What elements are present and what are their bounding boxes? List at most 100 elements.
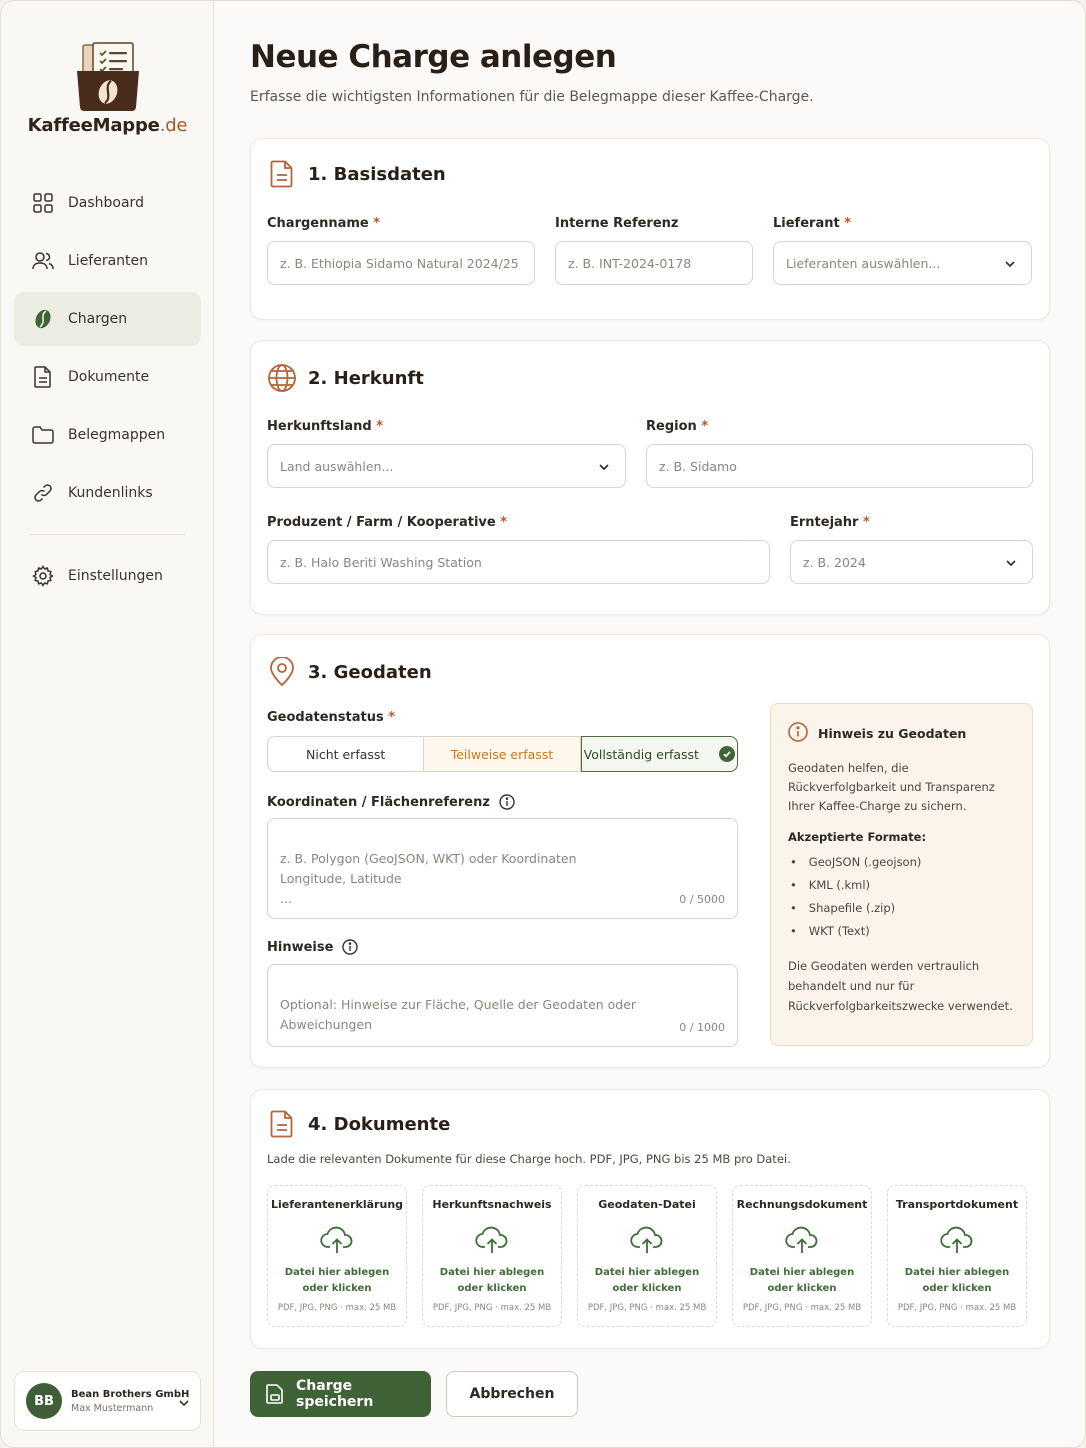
user-name: Max Mustermann — [71, 1402, 154, 1414]
save-button[interactable]: Charge speichern — [250, 1371, 431, 1417]
section-title: 1. Basisdaten — [308, 163, 446, 185]
section-header: 2. Herkunft — [267, 363, 424, 393]
chevron-down-icon — [1004, 556, 1018, 573]
nav-divider — [30, 534, 185, 535]
dropzone-title: Herkunftsnachweis — [432, 1198, 552, 1211]
dropzone-herkunftsnachweis[interactable]: Herkunftsnachweis Datei hier ablegen oder… — [422, 1185, 562, 1327]
document-icon — [267, 159, 297, 189]
geodatenstatus-label: Geodatenstatus * — [267, 710, 396, 725]
chargenname-input[interactable]: z. B. Ethiopia Sidamo Natural 2024/25 — [267, 241, 535, 285]
section-header: 3. Geodaten — [267, 657, 432, 687]
dropzone-geodaten-datei[interactable]: Geodaten-Datei Datei hier ablegen oder kl… — [577, 1185, 717, 1327]
user-info: Bean Brothers GmbH Max Mustermann — [71, 1389, 189, 1414]
referenz-input[interactable]: z. B. INT-2024-0178 — [555, 241, 753, 285]
document-icon — [267, 1109, 297, 1139]
section-title: 4. Dokumente — [308, 1113, 451, 1135]
region-label: Region * — [646, 419, 709, 434]
koordinaten-placeholder: z. B. Polygon (GeoJSON, WKT) oder Koordi… — [280, 851, 577, 906]
sidebar-item-label: Belegmappen — [68, 427, 166, 443]
save-file-icon — [266, 1384, 284, 1404]
map-pin-icon — [267, 657, 297, 687]
dropzone-meta: PDF, JPG, PNG · max. 25 MB — [742, 1303, 862, 1313]
dropzone-title: Rechnungsdokument — [736, 1198, 868, 1211]
cloud-upload-icon — [940, 1225, 974, 1255]
sidebar-item-kundenlinks[interactable]: Kundenlinks — [14, 466, 201, 520]
produzent-label: Produzent / Farm / Kooperative * — [267, 515, 508, 530]
chevron-down-icon — [1003, 257, 1017, 274]
info-icon[interactable] — [342, 939, 359, 955]
erntejahr-select[interactable]: z. B. 2024 — [790, 540, 1033, 584]
list-item: GeoJSON (.geojson) — [788, 850, 1015, 873]
lieferant-select[interactable]: Lieferanten auswählen... — [773, 241, 1032, 285]
chevron-down-icon — [597, 460, 611, 477]
page-subtitle: Erfasse die wichtigsten Informationen fü… — [250, 89, 814, 105]
koordinaten-label: Koordinaten / Flächenreferenz — [267, 794, 515, 810]
section-herkunft: 2. Herkunft Herkunftsland * Land auswähl… — [250, 340, 1050, 615]
koordinaten-textarea[interactable]: z. B. Polygon (GeoJSON, WKT) oder Koordi… — [267, 818, 738, 919]
status-option-label: Vollständig erfasst — [583, 746, 699, 762]
hint-text: Geodaten helfen, die Rückverfolgbarkeit … — [788, 761, 995, 813]
section-geodaten: 3. Geodaten Geodatenstatus * Nicht erfas… — [250, 634, 1050, 1068]
section-title: 3. Geodaten — [308, 661, 432, 683]
sidebar-item-label: Einstellungen — [68, 568, 163, 584]
lieferant-select-value: Lieferanten auswählen... — [786, 255, 941, 271]
hinweise-textarea[interactable]: Optional: Hinweise zur Fläche, Quelle de… — [267, 964, 738, 1047]
section-basisdaten: 1. Basisdaten Chargenname * z. B. Ethiop… — [250, 138, 1050, 320]
section-title: 2. Herkunft — [308, 367, 424, 389]
section-dokumente: 4. Dokumente Lade die relevanten Dokumen… — [250, 1089, 1050, 1349]
dokumente-description: Lade die relevanten Dokumente für diese … — [267, 1152, 791, 1166]
status-option-vollstaendig-erfasst[interactable]: Vollständig erfasst — [580, 736, 738, 772]
sidebar-item-chargen[interactable]: Chargen — [14, 292, 201, 346]
sidebar-item-label: Dokumente — [68, 369, 150, 385]
sidebar-item-einstellungen[interactable]: Einstellungen — [14, 549, 201, 603]
geodaten-hint-panel: Hinweis zu Geodaten Geodaten helfen, die… — [770, 703, 1033, 1046]
sidebar-item-dokumente[interactable]: Dokumente — [14, 350, 201, 404]
status-option-teilweise-erfasst[interactable]: Teilweise erfasst — [424, 737, 581, 771]
cancel-button[interactable]: Abbrechen — [446, 1371, 578, 1417]
document-icon — [32, 366, 54, 388]
sidebar-nav: Dashboard Lieferanten Chargen Dokumente — [14, 176, 201, 607]
folder-icon — [32, 424, 54, 446]
region-input[interactable]: z. B. Sidamo — [646, 444, 1033, 488]
info-icon[interactable] — [499, 794, 515, 810]
user-account-menu[interactable]: BB Bean Brothers GmbH Max Mustermann — [14, 1371, 201, 1431]
status-option-nicht-erfasst[interactable]: Nicht erfasst — [268, 737, 425, 771]
cloud-upload-icon — [630, 1225, 664, 1255]
brand-logo[interactable]: KaffeeMappe.de — [1, 41, 214, 136]
lieferant-label: Lieferant * — [773, 216, 852, 231]
sidebar: KaffeeMappe.de Dashboard Lieferanten Cha… — [1, 1, 214, 1447]
avatar: BB — [26, 1383, 62, 1419]
hint-formats-title: Akzeptierte Formate: — [788, 830, 927, 844]
app-window: KaffeeMappe.de Dashboard Lieferanten Cha… — [0, 0, 1086, 1448]
page-title: Neue Charge anlegen — [250, 39, 617, 75]
hinweise-counter: 0 / 1000 — [679, 1021, 725, 1034]
save-button-label: Charge speichern — [296, 1378, 374, 1410]
gear-icon — [32, 565, 54, 587]
dropzone-lieferantenerklaerung[interactable]: Lieferantenerklärung Datei hier ablegen o… — [267, 1185, 407, 1327]
cloud-upload-icon — [475, 1225, 509, 1255]
sidebar-item-belegmappen[interactable]: Belegmappen — [14, 408, 201, 462]
dropzone-title: Transportdokument — [895, 1198, 1019, 1211]
user-company: Bean Brothers GmbH — [71, 1388, 190, 1400]
sidebar-item-label: Lieferanten — [68, 253, 149, 269]
dropzone-transportdokument[interactable]: Transportdokument Datei hier ablegen oder… — [887, 1185, 1027, 1327]
list-item: KML (.kml) — [788, 873, 1015, 896]
users-icon — [32, 250, 54, 272]
sidebar-item-dashboard[interactable]: Dashboard — [14, 176, 201, 230]
cloud-upload-icon — [320, 1225, 354, 1255]
hint-formats-list: GeoJSON (.geojson) KML (.kml) Shapefile … — [788, 850, 1015, 942]
dropzone-rechnungsdokument[interactable]: Rechnungsdokument Datei hier ablegen oder… — [732, 1185, 872, 1327]
hinweise-placeholder: Optional: Hinweise zur Fläche, Quelle de… — [280, 997, 637, 1032]
info-icon — [788, 722, 808, 745]
folder-coffee-logo-icon — [73, 41, 143, 113]
land-select[interactable]: Land auswählen... — [267, 444, 626, 488]
sidebar-item-label: Kundenlinks — [68, 485, 153, 501]
chargenname-label: Chargenname * — [267, 216, 381, 231]
produzent-input[interactable]: z. B. Halo Beriti Washing Station — [267, 540, 770, 584]
dropzone-action: Datei hier ablegen oder klicken — [904, 1267, 1010, 1294]
globe-icon — [267, 363, 297, 393]
check-circle-icon — [718, 746, 735, 762]
brand-name: KaffeeMappe.de — [27, 115, 188, 136]
sidebar-item-label: Chargen — [68, 311, 128, 327]
sidebar-item-lieferanten[interactable]: Lieferanten — [14, 234, 201, 288]
